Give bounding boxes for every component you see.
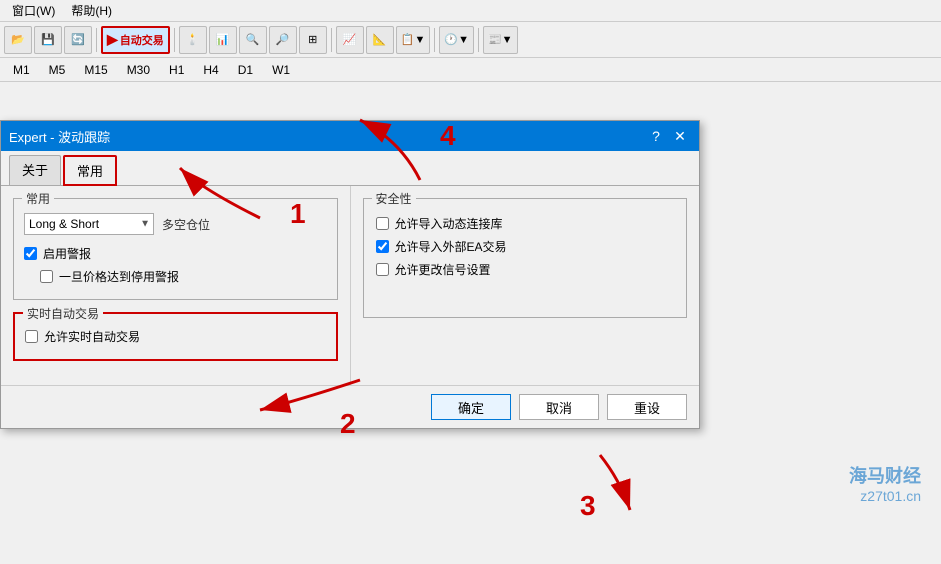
tab-common[interactable]: 常用 [63,155,117,186]
allow-external-ea-label: 允许导入外部EA交易 [395,238,507,255]
toolbar-btn-save[interactable]: 💾 [34,26,62,54]
dialog-footer: 确定 取消 重设 [1,385,699,428]
dialog-titlebar: Expert - 波动跟踪 ? ✕ [1,121,699,151]
cancel-button[interactable]: 取消 [519,394,599,420]
toolbar-btn-objects[interactable]: 📐 [366,26,394,54]
toolbar-btn-line[interactable]: 📊 [209,26,237,54]
tab-h1[interactable]: H1 [160,59,193,81]
timeframe-tab-bar: M1 M5 M15 M30 H1 H4 D1 W1 [0,58,941,82]
allow-dll-label: 允许导入动态连接库 [395,215,503,232]
menu-window[interactable]: 窗口(W) [4,0,63,21]
toolbar-btn-zoom-out[interactable]: 🔎 [269,26,297,54]
reset-button[interactable]: 重设 [607,394,687,420]
toolbar-sep-3 [331,28,332,52]
tab-m1[interactable]: M1 [4,59,39,81]
allow-external-ea-row: 允许导入外部EA交易 [376,238,675,255]
toolbar-btn-open[interactable]: 📂 [4,26,32,54]
tab-m30[interactable]: M30 [118,59,159,81]
expert-dialog: Expert - 波动跟踪 ? ✕ 关于 常用 常用 Lo [0,120,700,429]
auto-trade-icon: ▶ [107,31,118,48]
common-section-label: 常用 [22,190,54,207]
toolbar-btn-chart-type[interactable]: 🕯️ [179,26,207,54]
dialog-title: Expert - 波动跟踪 [9,127,110,146]
tab-h4[interactable]: H4 [194,59,227,81]
auto-trade-button[interactable]: ▶ 自动交易 [101,26,170,54]
dialog-tab-strip: 关于 常用 [1,151,699,186]
tab-d1[interactable]: D1 [229,59,262,81]
dialog-help-button[interactable]: ? [645,125,667,147]
toolbar-btn-grid[interactable]: ⊞ [299,26,327,54]
enable-alert-row: 启用警报 [24,245,327,262]
tab-w1[interactable]: W1 [263,59,299,81]
toolbar-btn-templates[interactable]: 📋▼ [396,26,431,54]
toolbar-sep-1 [96,28,97,52]
menu-bar: 窗口(W) 帮助(H) [0,0,941,22]
toolbar-btn-clock[interactable]: 🕐▼ [439,26,474,54]
dialog-body: 常用 Long & Short Long Only Short Only ▼ 多… [1,186,699,385]
confirm-button[interactable]: 确定 [431,394,511,420]
tab-m5[interactable]: M5 [40,59,75,81]
allow-signal-change-row: 允许更改信号设置 [376,261,675,278]
toolbar-sep-4 [434,28,435,52]
stop-on-price-row: 一旦价格达到停用警报 [40,268,327,285]
allow-dll-checkbox[interactable] [376,217,389,230]
tab-m15[interactable]: M15 [75,59,116,81]
position-dropdown[interactable]: Long & Short Long Only Short Only [24,213,154,235]
security-section: 安全性 允许导入动态连接库 允许导入外部EA交易 允许更改信号设置 [363,198,688,318]
allow-signal-change-label: 允许更改信号设置 [395,261,491,278]
security-section-label: 安全性 [372,190,416,207]
dialog-close-button[interactable]: ✕ [669,125,691,147]
dialog-left-panel: 常用 Long & Short Long Only Short Only ▼ 多… [1,186,351,385]
allow-realtime-checkbox[interactable] [25,330,38,343]
allow-external-ea-checkbox[interactable] [376,240,389,253]
dropdown-wrapper: Long & Short Long Only Short Only ▼ [24,213,154,235]
realtime-section-label: 实时自动交易 [23,305,103,322]
stop-on-price-label: 一旦价格达到停用警报 [59,268,179,285]
toolbar-sep-5 [478,28,479,52]
tab-about[interactable]: 关于 [9,155,61,185]
menu-help[interactable]: 帮助(H) [63,0,120,21]
enable-alert-checkbox[interactable] [24,247,37,260]
enable-alert-label: 启用警报 [43,245,91,262]
dropdown-description: 多空仓位 [162,216,210,233]
stop-on-price-checkbox[interactable] [40,270,53,283]
common-section: 常用 Long & Short Long Only Short Only ▼ 多… [13,198,338,300]
allow-realtime-row: 允许实时自动交易 [25,328,326,345]
dropdown-row: Long & Short Long Only Short Only ▼ 多空仓位 [24,213,327,235]
allow-dll-row: 允许导入动态连接库 [376,215,675,232]
allow-realtime-label: 允许实时自动交易 [44,328,140,345]
toolbar-btn-zoom-in[interactable]: 🔍 [239,26,267,54]
toolbar-btn-indicators[interactable]: 📈 [336,26,364,54]
realtime-section: 实时自动交易 允许实时自动交易 [13,312,338,361]
dialog-controls: ? ✕ [645,125,691,147]
toolbar-btn-news[interactable]: 📰▼ [483,26,518,54]
dialog-right-panel: 安全性 允许导入动态连接库 允许导入外部EA交易 允许更改信号设置 [351,186,700,385]
toolbar-btn-refresh[interactable]: 🔄 [64,26,92,54]
toolbar: 📂 💾 🔄 ▶ 自动交易 🕯️ 📊 🔍 🔎 ⊞ 📈 📐 📋▼ 🕐▼ 📰▼ [0,22,941,58]
auto-trade-label: 自动交易 [120,32,164,48]
toolbar-sep-2 [174,28,175,52]
allow-signal-change-checkbox[interactable] [376,263,389,276]
